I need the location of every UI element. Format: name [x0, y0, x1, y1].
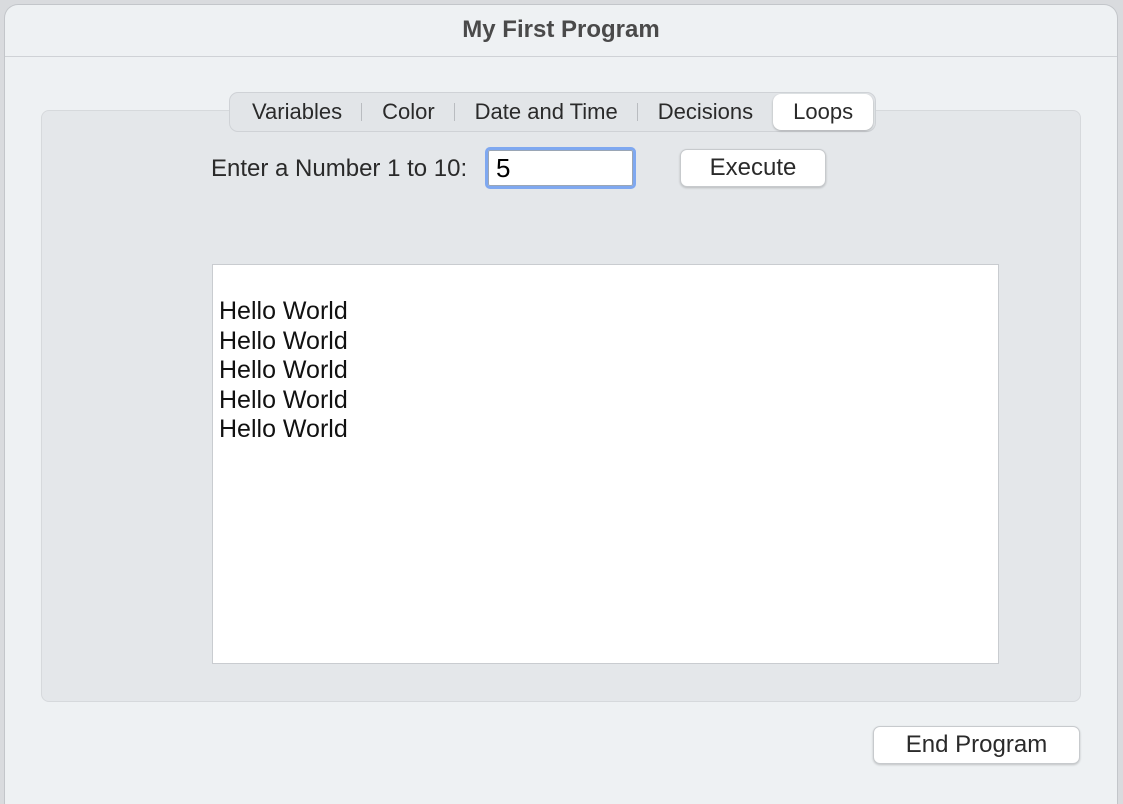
output-textarea[interactable]: Hello World Hello World Hello World Hell… — [212, 264, 999, 664]
output-line: Hello World — [219, 297, 348, 325]
tab-loops[interactable]: Loops — [773, 94, 874, 130]
tab-date-and-time[interactable]: Date and Time — [455, 94, 638, 130]
output-line: Hello World — [219, 326, 348, 355]
window-title: My First Program — [5, 5, 1117, 57]
number-input[interactable] — [485, 147, 636, 189]
execute-button[interactable]: Execute — [680, 149, 826, 187]
number-prompt-label: Enter a Number 1 to 10: — [211, 155, 468, 182]
end-program-button[interactable]: End Program — [873, 726, 1080, 764]
output-line: Hello World — [219, 385, 348, 414]
output-line: Hello World — [219, 356, 348, 384]
tab-variables[interactable]: Variables — [232, 94, 363, 130]
tab-decisions[interactable]: Decisions — [638, 94, 773, 130]
output-line: Hello World — [219, 415, 348, 443]
tab-bar: Variables Color Date and Time Decisions … — [229, 92, 877, 132]
tab-color[interactable]: Color — [362, 94, 455, 130]
main-window: My First Program Variables Color Date an… — [4, 4, 1118, 804]
